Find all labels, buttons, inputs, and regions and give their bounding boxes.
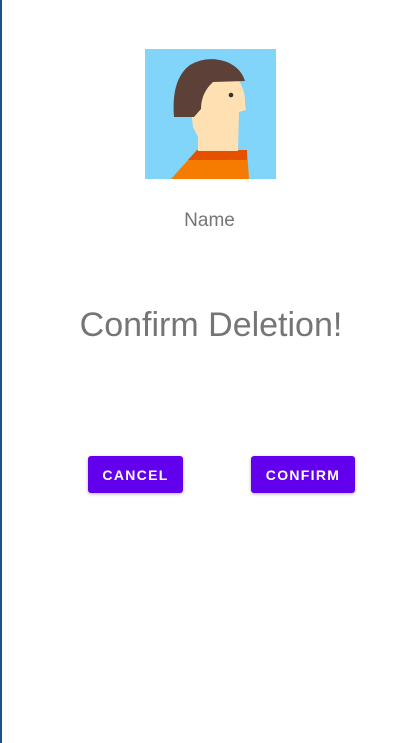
avatar-collar	[188, 150, 247, 160]
dialog-title: Confirm Deletion!	[79, 306, 343, 344]
avatar-eye	[228, 92, 234, 98]
window-left-edge	[0, 0, 2, 743]
person-avatar-icon	[145, 49, 276, 179]
confirm-button[interactable]: CONFIRM	[251, 456, 355, 493]
cancel-button[interactable]: CANCEL	[88, 456, 183, 493]
name-label: Name	[184, 210, 235, 231]
